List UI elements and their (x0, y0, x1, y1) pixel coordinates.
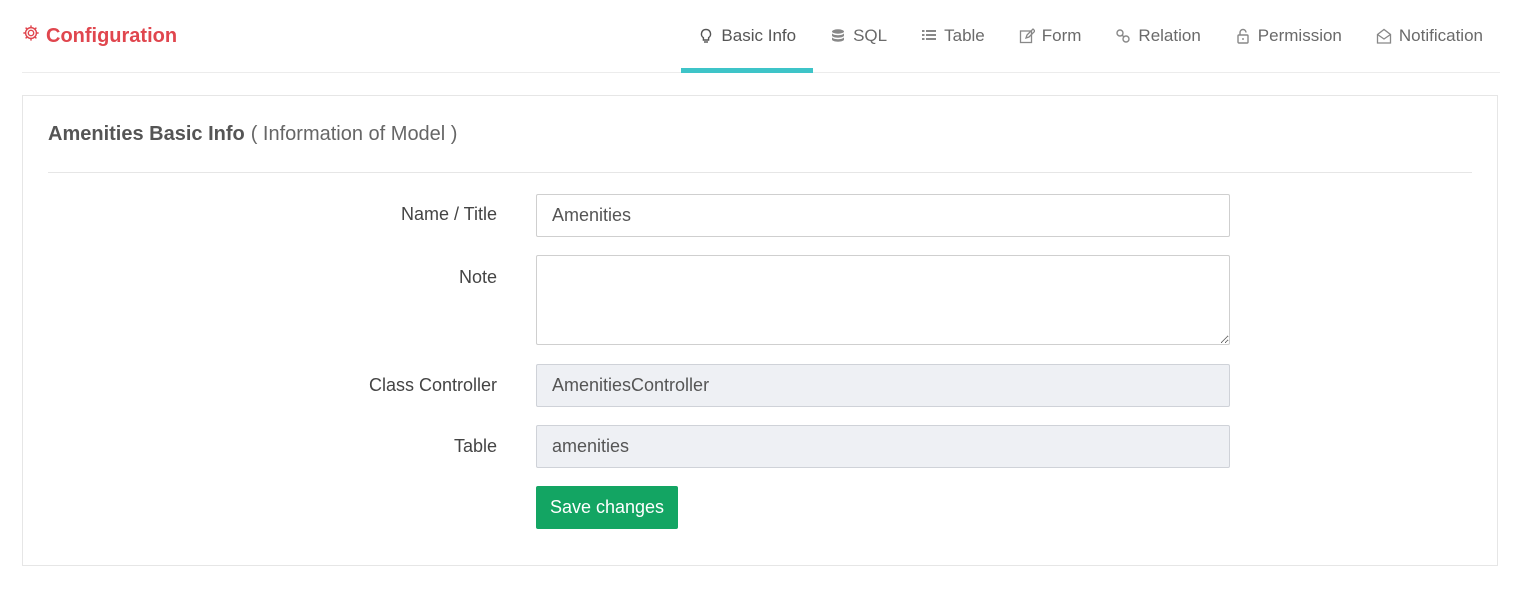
note-label: Note (458, 267, 497, 287)
tab-label: Basic Info (721, 26, 797, 45)
lightbulb-icon (698, 28, 714, 44)
top-bar: Configuration Basic Info SQL Table Form (22, 0, 1500, 73)
tab-label: Permission (1257, 26, 1342, 45)
class-controller-input[interactable] (536, 364, 1230, 407)
basic-info-panel: Amenities Basic Info ( Information of Mo… (22, 95, 1498, 566)
panel-subtitle: ( Information of Model ) (250, 122, 458, 145)
tab-permission[interactable]: Permission (1218, 0, 1359, 72)
panel-title: Amenities Basic Info (48, 122, 245, 145)
tab-bar: Basic Info SQL Table Form Relation Permi… (681, 0, 1500, 73)
tab-table[interactable]: Table (904, 0, 1002, 72)
tab-relation[interactable]: Relation (1098, 0, 1217, 72)
gear-icon (22, 24, 40, 48)
tab-label: Table (944, 26, 985, 45)
note-textarea[interactable] (536, 255, 1230, 345)
tab-notification[interactable]: Notification (1359, 0, 1500, 72)
table-input[interactable] (536, 425, 1230, 468)
tab-label: SQL (853, 26, 888, 45)
save-changes-button[interactable]: Save changes (536, 486, 678, 529)
tab-label: Form (1041, 26, 1082, 45)
brand-title: Configuration (46, 24, 178, 47)
list-icon (921, 28, 937, 44)
tab-label: Relation (1138, 26, 1201, 45)
brand: Configuration (22, 24, 177, 48)
tab-basic-info[interactable]: Basic Info (681, 0, 813, 73)
panel-header: Amenities Basic Info ( Information of Mo… (48, 96, 1472, 173)
database-icon (830, 28, 846, 44)
table-label: Table (453, 436, 497, 456)
tab-label: Notification (1398, 26, 1483, 45)
tab-form[interactable]: Form (1002, 0, 1099, 72)
name-title-input[interactable] (536, 194, 1230, 237)
controller-label: Class Controller (368, 375, 497, 395)
edit-icon (1019, 28, 1035, 44)
lock-icon (1235, 28, 1251, 44)
envelope-open-icon (1376, 28, 1392, 44)
link-icon (1115, 28, 1131, 44)
tab-sql[interactable]: SQL (813, 0, 904, 72)
name-label: Name / Title (400, 204, 497, 224)
